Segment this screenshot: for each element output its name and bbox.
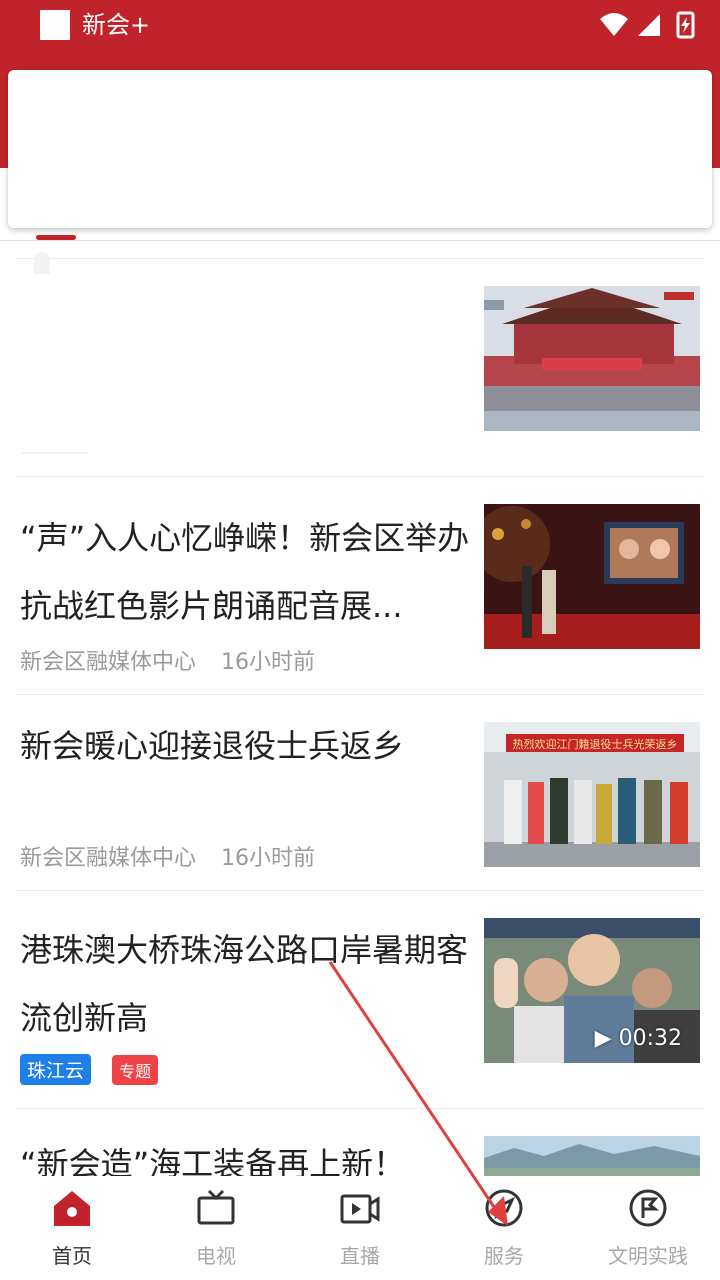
tab-tv[interactable]: 电视 [144, 1176, 288, 1280]
active-tab-indicator [36, 235, 76, 240]
tab-civilization-practice[interactable]: 文明实践 [576, 1176, 720, 1280]
live-video-icon [340, 1194, 380, 1224]
news-item[interactable]: “声”入人心忆峥嵘！新会区举办抗战红色影片朗诵配音展... 新会区融媒体中心 1… [16, 478, 704, 695]
tab-label: 直播 [340, 1244, 380, 1268]
news-item[interactable]: “新会造”海工装备再上新！ [16, 1110, 704, 1176]
news-thumbnail-veterans: 热烈欢迎江门籍退役士兵光荣返乡 [484, 722, 700, 867]
category-tab-divider [0, 240, 720, 241]
tab-label: 电视 [196, 1244, 236, 1268]
news-title: 港珠澳大桥珠海公路口岸暑期客流创新高 [20, 931, 469, 1037]
topic-badge: 专题 [112, 1054, 159, 1085]
news-badges: 珠江云 专题 [20, 1054, 174, 1085]
tv-icon [197, 1189, 235, 1225]
news-title: 新会暖心迎接退役士兵返乡 [20, 727, 405, 765]
source-badge: 珠江云 [20, 1054, 92, 1085]
news-source: 新会区融媒体中心 [20, 846, 197, 871]
news-meta: 新会区融媒体中心 16小时前 [20, 840, 333, 872]
popup-dialog[interactable] [8, 70, 712, 228]
tab-label: 首页 [52, 1244, 92, 1268]
news-meta: 新会区融媒体中心 16小时前 [20, 644, 333, 676]
bottom-tab-bar: 首页 电视 直播 服务 文明实践 [0, 1176, 720, 1280]
news-item[interactable]: 港珠澳大桥珠海公路口岸暑期客流创新高 珠江云 专题 ▶ 00:32 [16, 892, 704, 1109]
news-item[interactable]: 新会暖心迎接退役士兵返乡 新会区融媒体中心 16小时前 热烈欢迎江门籍退役士兵光… [16, 696, 704, 891]
tab-home[interactable]: 首页 [0, 1176, 144, 1280]
tab-service[interactable]: 服务 [432, 1176, 576, 1280]
news-title: “新会造”海工装备再上新！ [20, 1145, 406, 1176]
system-status-icons [600, 11, 695, 39]
wifi-icon [600, 13, 628, 36]
app-icon [40, 10, 70, 40]
tab-live[interactable]: 直播 [288, 1176, 432, 1280]
news-source: 新会区融媒体中心 [20, 650, 197, 675]
news-item[interactable] [16, 260, 704, 477]
banner-text: 热烈欢迎江门籍退役士兵光荣返乡 [513, 737, 678, 751]
news-thumbnail-tiananmen [484, 286, 700, 431]
signal-icon [638, 14, 660, 36]
news-thumbnail-landscape [484, 1136, 700, 1176]
app-title: 新会+ [82, 11, 151, 39]
play-icon: ▶ [594, 1026, 612, 1051]
news-title: “声”入人心忆峥嵘！新会区举办抗战红色影片朗诵配音展... [20, 519, 470, 625]
compass-icon [485, 1189, 523, 1227]
flag-circle-icon [629, 1189, 667, 1227]
news-time: 16小时前 [221, 846, 316, 871]
news-thumbnail-film-recital [484, 504, 700, 649]
video-duration: ▶ 00:32 [594, 1026, 682, 1051]
news-time: 16小时前 [221, 650, 316, 675]
divider [16, 258, 704, 259]
home-icon [54, 1191, 90, 1226]
news-video-thumbnail[interactable]: ▶ 00:32 [484, 918, 700, 1063]
tab-label: 服务 [484, 1244, 524, 1268]
tab-label: 文明实践 [608, 1244, 688, 1268]
